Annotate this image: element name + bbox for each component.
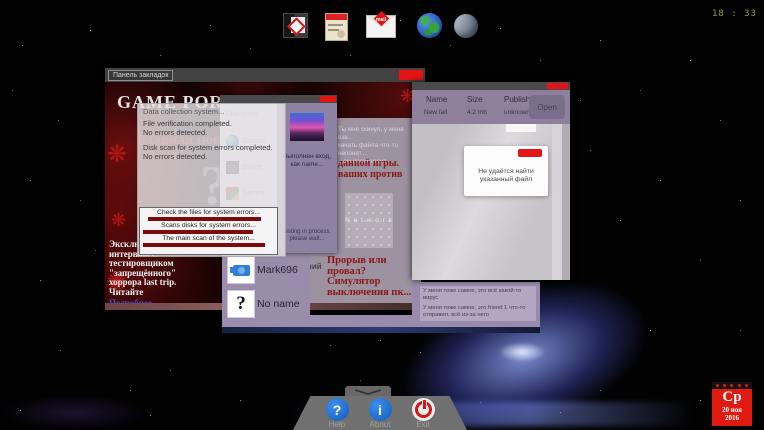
open-button[interactable]: Open	[529, 95, 565, 119]
chat-message: У меня тоже самое, это всё какой-то виру…	[420, 286, 536, 304]
log-line: File verification completed.	[143, 119, 232, 128]
chat-bottom-edge	[222, 327, 540, 333]
scan-disks-button[interactable]: Scans disks for system errors...	[140, 222, 277, 229]
news-icon-band	[326, 14, 347, 20]
question-mark-icon: ?	[236, 293, 246, 315]
planet-icon[interactable]	[454, 14, 478, 38]
article-line: Читайте	[109, 288, 223, 298]
flower-decoration: ❋	[107, 140, 127, 169]
calendar-weekday: Ср	[712, 389, 752, 406]
file-size: 4.2 mb	[467, 109, 487, 116]
scan-progress-bar	[143, 243, 265, 247]
log-line: Disk scan for system errors completed.	[143, 143, 273, 152]
feed-comment: качать файла что-то непонят...	[338, 142, 416, 158]
feed-red-line: ваших против	[338, 169, 402, 180]
chat-contact-list: Mark696 ? No name	[222, 253, 310, 329]
contact-name[interactable]: No name	[257, 298, 300, 310]
file-window: Name Size Publisher: New fail 4.2 mb unk…	[412, 82, 570, 280]
power-icon	[412, 398, 435, 421]
log-line: No errors detected.	[143, 152, 273, 161]
error-close-button[interactable]	[518, 149, 542, 157]
dialog-title: Data collection system...	[143, 107, 224, 116]
dock-collapse-handle[interactable]	[345, 386, 391, 397]
help-button[interactable]: ? Help	[319, 398, 355, 429]
network-watermark-image: N e t w o r k	[345, 193, 393, 248]
log-line: No errors detected.	[143, 128, 232, 137]
calendar-date: 20 ноя	[712, 406, 752, 414]
scan-progress-bar	[143, 230, 253, 234]
file-window-close-button[interactable]	[547, 83, 568, 89]
exit-button[interactable]: Exit	[405, 398, 441, 429]
info-icon: i	[369, 398, 392, 421]
news-icon-line	[328, 24, 343, 26]
chat-message-area: У меня тоже самое, это всё какой-то виру…	[412, 282, 540, 329]
calendar-widget[interactable]: Ср 20 ноя 2016	[712, 382, 752, 426]
about-button[interactable]: i About	[362, 398, 398, 429]
dock-label: About	[362, 421, 398, 429]
feed-red-headline: данной игры. ваших против	[338, 158, 402, 180]
scan-progress-bar	[148, 217, 261, 221]
column-name: Name	[426, 95, 447, 104]
contact-avatar-question[interactable]: ?	[227, 290, 255, 318]
login-status-text: Выполнен вход, как name...	[278, 153, 336, 169]
column-size: Size	[467, 95, 483, 104]
antivirus-icon[interactable]	[283, 13, 308, 38]
testing-status-text: testing in process, please wait...	[278, 229, 336, 243]
camera-icon	[233, 265, 250, 276]
news-icon-photo	[337, 30, 345, 38]
file-error-popup: Не удаётся найти указанный файл	[464, 146, 548, 196]
scan-files-button[interactable]: Check the files for system errors...	[140, 209, 277, 216]
profile-thumbnail[interactable]	[290, 113, 324, 141]
main-scan-button[interactable]: The main scan of the system...	[140, 235, 277, 242]
messenger-status-panel: Выполнен вход, как name... testing in pr…	[277, 103, 337, 253]
dock: ? Help i About Exit	[293, 396, 467, 430]
bookmarks-bar-tab[interactable]: Панель закладок	[108, 70, 173, 81]
scan-log: Disk scan for system errors completed. N…	[143, 143, 273, 161]
power-bar	[422, 399, 427, 410]
file-progress-bar	[506, 124, 536, 132]
messenger-titlebar[interactable]	[220, 95, 337, 103]
feed-comment: Ты мне скинул, у меня вза...	[338, 126, 416, 142]
scan-dialog: Data collection system... File verificat…	[137, 103, 286, 257]
flower-decoration: ❋	[111, 210, 126, 231]
scan-actions-box: Check the files for system errors... Sca…	[139, 207, 278, 255]
help-icon: ?	[326, 398, 349, 421]
calendar-year: 2016	[712, 414, 752, 422]
clock: 18 : 33	[712, 9, 757, 19]
dock-label: Exit	[405, 421, 441, 429]
galaxy-core	[498, 342, 546, 362]
browser-titlebar[interactable]: Панель закладок	[105, 68, 425, 82]
desktop: mail 18 : 33 Панель закладок ❋ ❋ ✺ ❋ GAM…	[0, 0, 764, 430]
window-edge	[562, 124, 570, 280]
scrollbar[interactable]	[552, 124, 562, 280]
messenger-close-button[interactable]	[320, 96, 336, 102]
mail-icon-text: mail	[367, 17, 395, 23]
file-name[interactable]: New fail	[424, 109, 447, 116]
news-icon[interactable]	[325, 13, 348, 41]
globe-icon[interactable]	[417, 13, 442, 38]
chevron-down-icon	[353, 388, 383, 396]
dock-label: Help	[319, 421, 355, 429]
error-message: Не удаётся найти указанный файл	[468, 168, 544, 184]
browser-close-button[interactable]	[399, 70, 423, 80]
contact-name[interactable]: Mark696	[257, 264, 298, 276]
contact-avatar-camera[interactable]	[227, 256, 255, 284]
mail-icon[interactable]: mail	[366, 15, 396, 38]
feed-red-line: данной игры.	[338, 158, 402, 169]
file-publisher: unknown	[504, 109, 530, 116]
chat-message: У меня тоже самое, это friend 1 что-то о…	[420, 303, 536, 321]
starfield	[0, 0, 1, 1]
file-list-header: Name Size Publisher: New fail 4.2 mb unk…	[412, 90, 570, 124]
file-window-titlebar[interactable]	[412, 82, 570, 90]
scan-log: File verification completed. No errors d…	[143, 119, 232, 137]
calendar-perforation	[712, 382, 752, 389]
purple-glow	[0, 395, 150, 430]
